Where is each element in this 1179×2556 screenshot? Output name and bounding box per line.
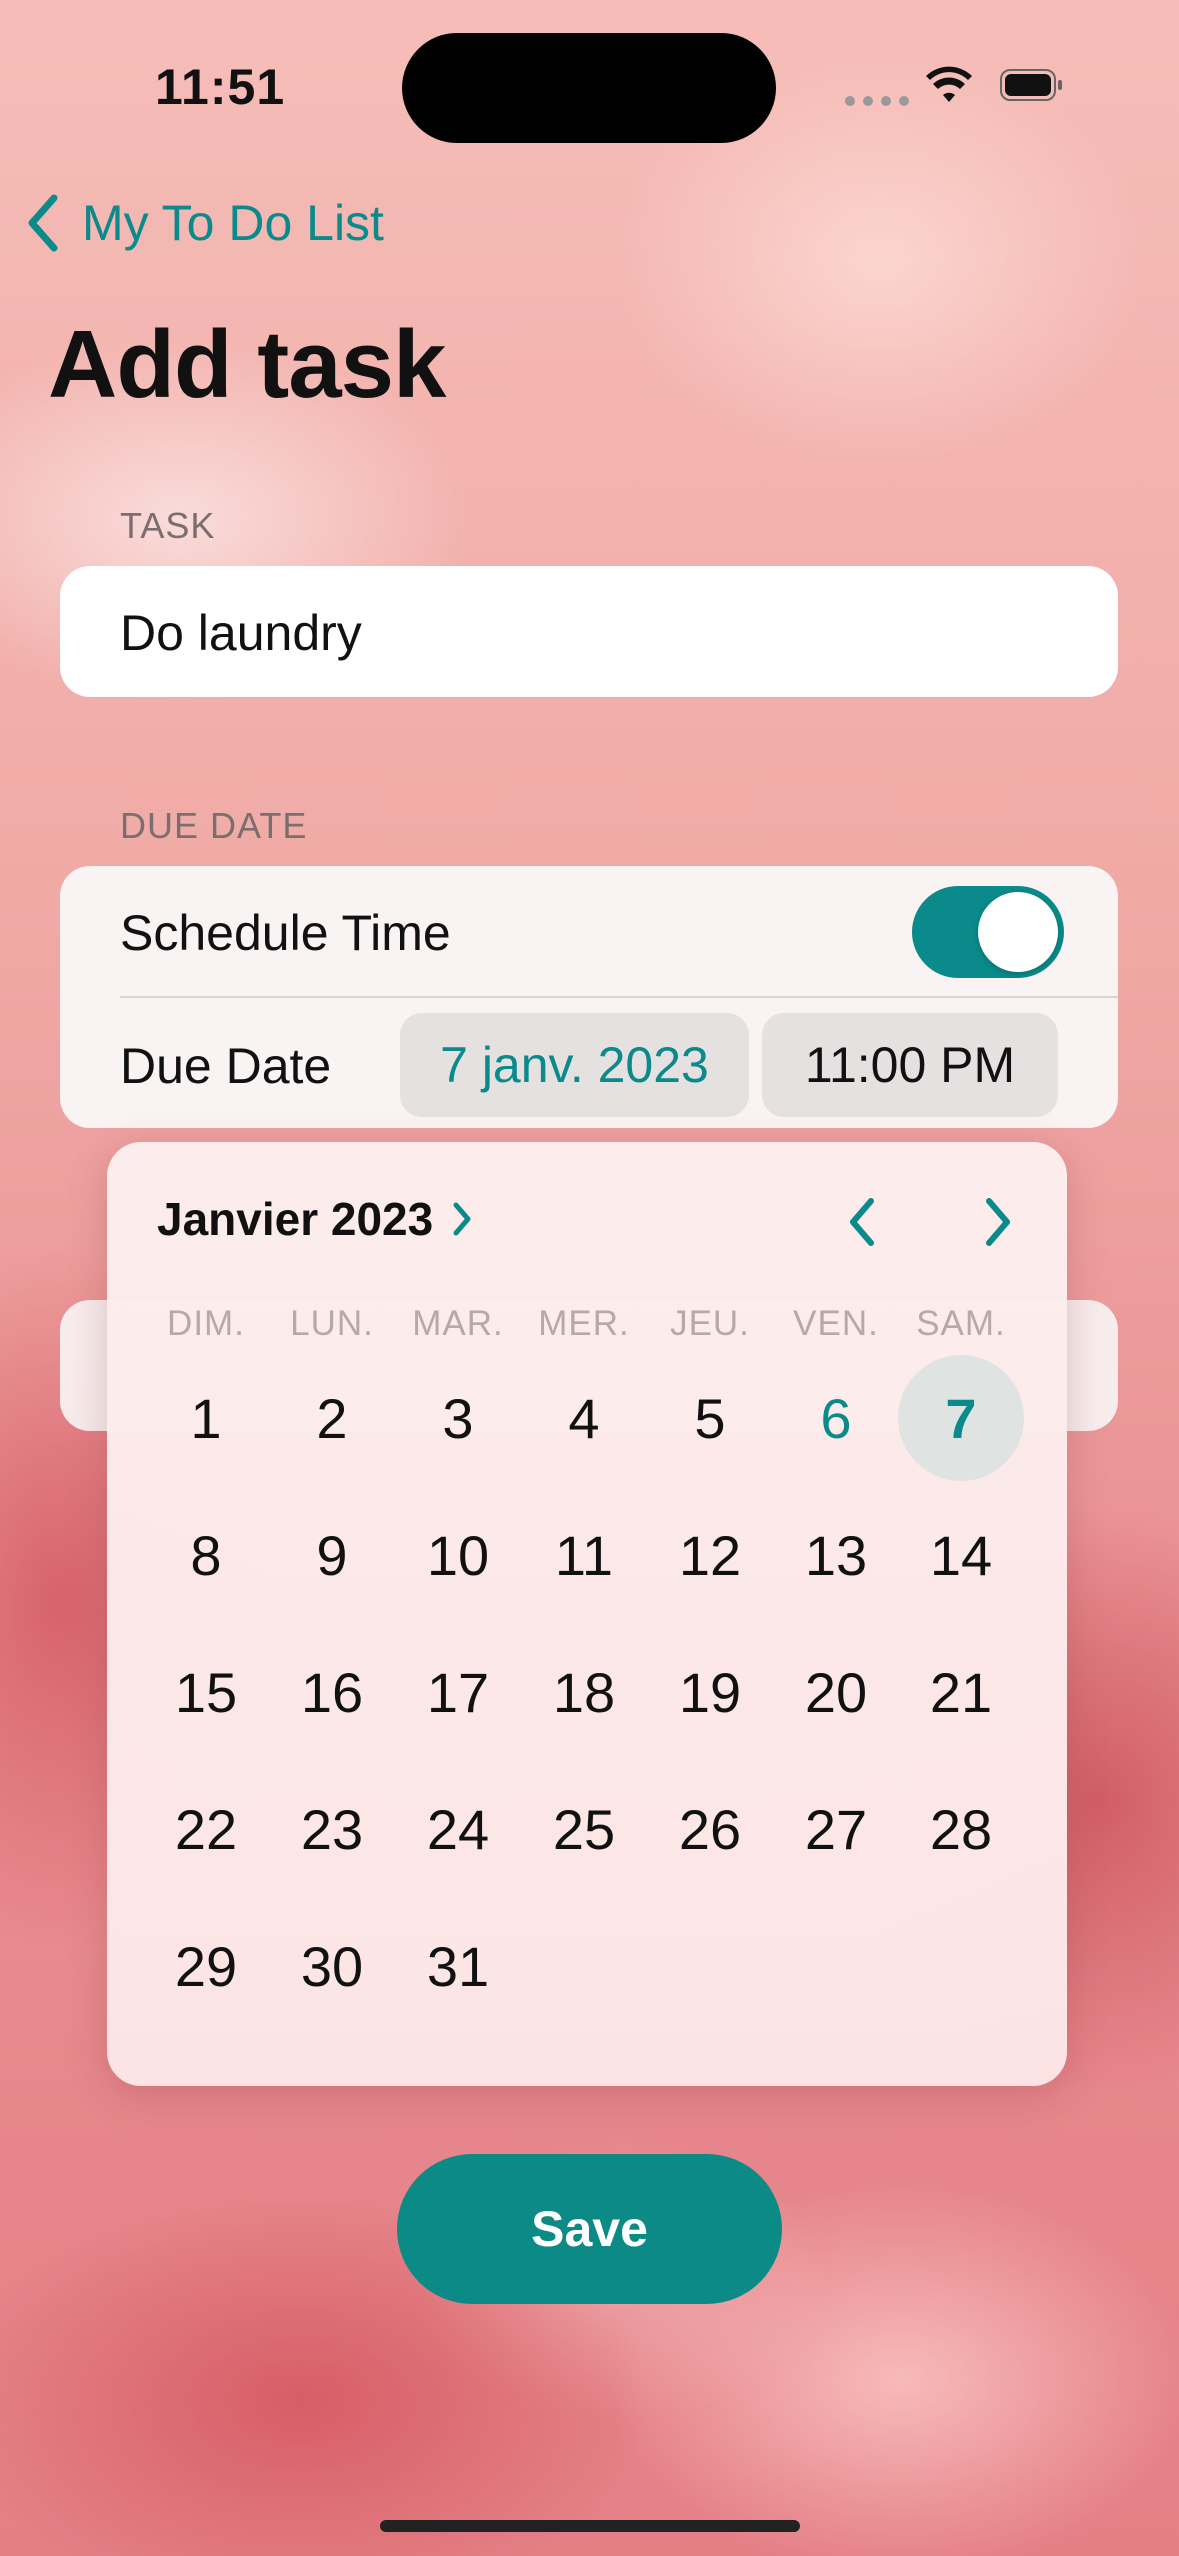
calendar-day[interactable]: 4 [524,1358,644,1478]
month-label: Janvier 2023 [157,1193,434,1245]
calendar-day[interactable]: 12 [650,1495,770,1615]
calendar-day[interactable]: 27 [776,1769,896,1889]
calendar-day[interactable]: 20 [776,1632,896,1752]
calendar-day[interactable]: 26 [650,1769,770,1889]
schedule-time-label: Schedule Time [120,905,451,961]
previous-month-button[interactable] [832,1188,892,1256]
time-picker-button[interactable]: 11:00 PM [762,1013,1058,1117]
wifi-icon [926,66,972,102]
chevron-right-icon [986,1198,1010,1246]
weekday-label: SAM. [916,1304,1006,1343]
chevron-right-icon [453,1202,471,1236]
calendar-day[interactable]: 18 [524,1632,644,1752]
weekday-label: LUN. [290,1304,374,1343]
next-month-button[interactable] [968,1188,1028,1256]
home-indicator [380,2520,800,2532]
signal-icon [845,96,909,106]
date-picker-button[interactable]: 7 janv. 2023 [400,1013,749,1117]
toggle-knob [978,892,1058,972]
calendar-day[interactable]: 19 [650,1632,770,1752]
weekday-label: MER. [538,1304,630,1343]
calendar-day[interactable]: 7 [901,1358,1021,1478]
calendar-day[interactable]: 30 [272,1906,392,2026]
calendar-day[interactable]: 10 [398,1495,518,1615]
back-label: My To Do List [82,195,384,251]
calendar-day[interactable]: 21 [901,1632,1021,1752]
calendar-day[interactable]: 2 [272,1358,392,1478]
task-input[interactable]: Do laundry [120,604,362,662]
task-section-label: TASK [120,505,216,546]
calendar-day[interactable]: 14 [901,1495,1021,1615]
due-section-label: DUE DATE [120,805,308,846]
chevron-left-icon [28,194,58,252]
back-button[interactable]: My To Do List [22,192,384,254]
calendar-day[interactable]: 5 [650,1358,770,1478]
calendar-day[interactable]: 8 [146,1495,266,1615]
calendar-day[interactable]: 9 [272,1495,392,1615]
weekday-label: JEU. [670,1304,750,1343]
divider [120,996,1118,998]
calendar-day[interactable]: 24 [398,1769,518,1889]
weekday-label: DIM. [167,1304,245,1343]
chevron-left-icon [850,1198,874,1246]
calendar-day[interactable]: 15 [146,1632,266,1752]
battery-icon [1000,69,1062,101]
calendar-day[interactable]: 25 [524,1769,644,1889]
calendar-day[interactable]: 16 [272,1632,392,1752]
calendar-day[interactable]: 23 [272,1769,392,1889]
page-title: Add task [48,311,446,418]
calendar-day[interactable]: 22 [146,1769,266,1889]
calendar-day[interactable]: 28 [901,1769,1021,1889]
calendar-day[interactable]: 29 [146,1906,266,2026]
calendar-day[interactable]: 13 [776,1495,896,1615]
calendar-day[interactable]: 1 [146,1358,266,1478]
status-time: 11:51 [155,59,286,115]
calendar-day[interactable]: 6 [776,1358,896,1478]
month-year-selector[interactable]: Janvier 2023 [157,1192,473,1246]
weekday-label: MAR. [412,1304,504,1343]
schedule-time-toggle[interactable] [912,886,1064,978]
due-date-label: Due Date [120,1038,332,1094]
calendar-day[interactable]: 3 [398,1358,518,1478]
calendar-day[interactable]: 11 [524,1495,644,1615]
calendar-day[interactable]: 31 [398,1906,518,2026]
dynamic-island [402,33,776,143]
save-button[interactable]: Save [397,2154,782,2304]
calendar-day[interactable]: 17 [398,1632,518,1752]
weekday-label: VEN. [793,1304,879,1343]
